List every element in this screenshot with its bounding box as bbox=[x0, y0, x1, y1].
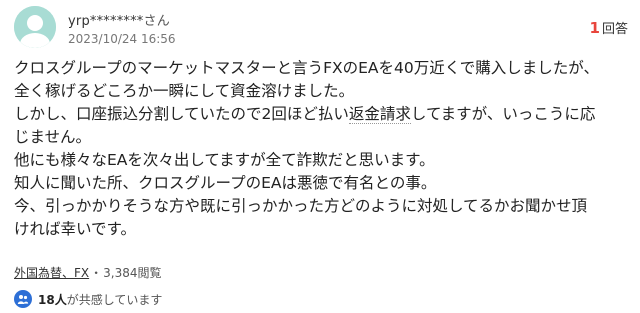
question-body: クロスグループのマーケットマスターと言うFXのEAを40万近くで購入しましたが、… bbox=[14, 57, 632, 241]
question-body-line: 他にも様々なEAを次々出してますが全て詐欺だと思います。 bbox=[14, 151, 435, 169]
empathy-row[interactable]: 18人 が共感しています bbox=[14, 290, 162, 308]
question-body-line: 今、引っかかりそうな方や既に引っかかった方どのように対処してるかお聞かせ頂 bbox=[14, 197, 588, 215]
post-timestamp: 2023/10/24 16:56 bbox=[68, 32, 176, 46]
answer-label: 回答 bbox=[601, 22, 628, 37]
question-body-line: しかし、口座振込分割していたので2回ほど払い返金請求してますが、いっこうに応 bbox=[14, 105, 596, 124]
answer-count-link[interactable]: 1 回答 bbox=[590, 18, 628, 37]
keyword-link[interactable]: 返金請求 bbox=[348, 105, 411, 124]
question-meta: 外国為替、FX・3,384閲覧 bbox=[14, 264, 162, 281]
question-body-line: クロスグループのマーケットマスターと言うFXのEAを40万近くで購入しましたが、 bbox=[14, 59, 599, 77]
answer-count: 1 bbox=[589, 19, 600, 37]
question-body-line: 知人に聞いた所、クロスグループのEAは悪徳で有名との事。 bbox=[14, 174, 437, 192]
username[interactable]: yrp********さん bbox=[68, 10, 170, 29]
question-body-line: 全く稼げるどころか一瞬にして資金溶けました。 bbox=[14, 82, 355, 100]
user-avatar-icon[interactable] bbox=[14, 6, 56, 48]
view-count: 3,384閲覧 bbox=[103, 266, 162, 280]
question-body-line: ければ幸いです。 bbox=[14, 220, 136, 238]
meta-separator: ・ bbox=[90, 266, 103, 280]
empathy-badge-icon bbox=[14, 290, 32, 308]
question-body-line: じません。 bbox=[14, 128, 92, 146]
empathy-count: 18人 bbox=[38, 292, 67, 307]
question-header: yrp********さん 2023/10/24 16:56 1 回答 bbox=[14, 6, 628, 50]
username-suffix: さん bbox=[143, 14, 170, 29]
empathy-label: が共感しています bbox=[66, 292, 163, 307]
username-handle[interactable]: yrp******** bbox=[68, 14, 144, 29]
category-link[interactable]: 外国為替、FX bbox=[14, 266, 89, 280]
